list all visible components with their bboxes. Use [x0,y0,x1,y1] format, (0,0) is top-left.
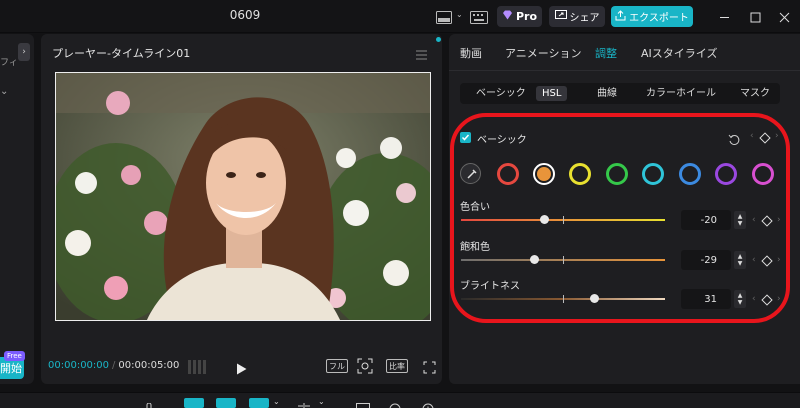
swatch-purple[interactable] [715,163,737,185]
share-label: シェア [569,13,600,24]
magnet-icon[interactable] [216,398,236,408]
preview-axis-icon[interactable] [356,398,370,408]
menu-icon[interactable] [416,45,427,64]
share-screen-icon [554,10,567,23]
share-button[interactable]: シェア [549,6,605,27]
export-button[interactable]: エクスポート [611,6,693,27]
next-keyframe-icon[interactable]: › [777,294,781,304]
brightness-label: ブライトネス [460,281,520,292]
saturation-stepper[interactable]: ▲ ▼ [734,251,746,269]
subtab-basic[interactable]: ベーシック [476,86,526,101]
tab-animation[interactable]: アニメーション [505,45,582,61]
maximize-icon[interactable] [746,8,764,26]
status-dot [436,37,441,42]
tab-adjust[interactable]: 調整 [595,45,617,61]
eyedropper-icon[interactable] [460,163,481,184]
link-clips-icon[interactable] [184,398,204,408]
collapse-panel-button[interactable]: › [18,43,30,61]
tab-video[interactable]: 動画 [460,45,482,61]
minimize-icon[interactable] [715,8,733,26]
split-icon[interactable] [297,398,311,408]
prev-keyframe-icon[interactable]: ‹ [750,131,754,141]
portrait-image [56,73,430,320]
subtab-curves[interactable]: 曲線 [597,86,617,101]
hue-stepper[interactable]: ▲ ▼ [734,211,746,229]
saturation-value-input[interactable]: -29 [681,250,731,270]
video-preview[interactable] [55,72,431,321]
tab-ai-stylize[interactable]: AIスタイライズ [641,45,717,61]
saturation-center-tick [563,256,564,264]
zoom-out-icon[interactable] [389,398,401,408]
aspect-ratio-button[interactable]: 比率 [386,359,408,373]
export-label: エクスポート [629,13,689,24]
total-time: 00:00:05:00 [118,360,180,371]
player-title: プレーヤー-タイムライン01 [52,47,191,60]
swatch-blue[interactable] [679,163,701,185]
pro-label: Pro [515,10,538,23]
prev-keyframe-icon[interactable]: ‹ [752,215,756,225]
full-label: フル [329,361,345,371]
chevron-down-icon[interactable]: ⌄ [318,397,325,406]
close-icon[interactable] [775,8,793,26]
tabs-divider [449,70,800,71]
zoom-in-icon[interactable] [422,398,434,408]
check-icon [461,134,470,141]
chevron-down-icon[interactable]: ⌄ [456,10,463,19]
brightness-stepper[interactable]: ▲ ▼ [734,290,746,308]
reset-icon[interactable] [728,131,740,150]
window-title: 0609 [229,8,261,22]
fullscreen-icon[interactable] [423,359,436,378]
hue-slider-thumb[interactable] [540,215,549,224]
left-panel-label: フィ [0,58,18,68]
swatch-green[interactable] [606,163,628,185]
swatch-cyan[interactable] [642,163,664,185]
saturation-slider-thumb[interactable] [530,255,539,264]
hsl-section-label: ベーシック [477,135,527,146]
next-keyframe-icon[interactable]: › [777,215,781,225]
hue-label: 色合い [460,202,490,213]
current-time: 00:00:00:00 [48,360,110,371]
swatch-yellow[interactable] [569,163,591,185]
subtab-mask[interactable]: マスク [740,86,770,101]
swatch-red[interactable] [497,163,519,185]
full-quality-button[interactable]: フル [326,359,348,373]
layout-icon[interactable] [436,9,452,28]
swatch-magenta[interactable] [752,163,774,185]
chevron-down-icon[interactable]: ⌄ [273,397,280,406]
focus-icon[interactable] [357,358,373,378]
swatch-orange[interactable] [533,163,555,185]
prev-keyframe-icon[interactable]: ‹ [752,255,756,265]
pro-button[interactable]: Pro [497,6,542,27]
brightness-center-tick [563,295,564,303]
hue-value-input[interactable]: -20 [681,210,731,230]
snap-icon[interactable] [249,398,269,408]
start-label: 開始 [0,362,22,375]
prev-keyframe-icon[interactable]: ‹ [752,294,756,304]
subtab-hsl[interactable]: HSL [536,86,568,101]
diamond-icon [502,10,513,23]
swatch-fill [537,167,551,181]
keyboard-icon[interactable] [470,9,488,28]
next-keyframe-icon[interactable]: › [775,131,779,141]
brightness-slider-thumb[interactable] [590,294,599,303]
upload-icon [615,9,626,24]
timecode: 00:00:00:00/00:00:05:00 [48,360,179,371]
waveform-icon [188,359,206,378]
subtab-color-wheel[interactable]: カラーホイール [646,86,716,101]
ratio-label: 比率 [389,361,405,371]
saturation-label: 飽和色 [460,242,490,253]
next-keyframe-icon[interactable]: › [777,255,781,265]
chevron-down-icon[interactable]: ⌄ [0,86,8,97]
play-icon[interactable] [236,360,247,379]
hsl-enable-checkbox[interactable] [460,132,471,143]
microphone-icon[interactable] [144,398,154,408]
time-separator: / [112,360,116,371]
hue-center-tick [563,216,564,224]
free-badge: Free [4,351,25,361]
brightness-value-input[interactable]: 31 [681,289,731,309]
